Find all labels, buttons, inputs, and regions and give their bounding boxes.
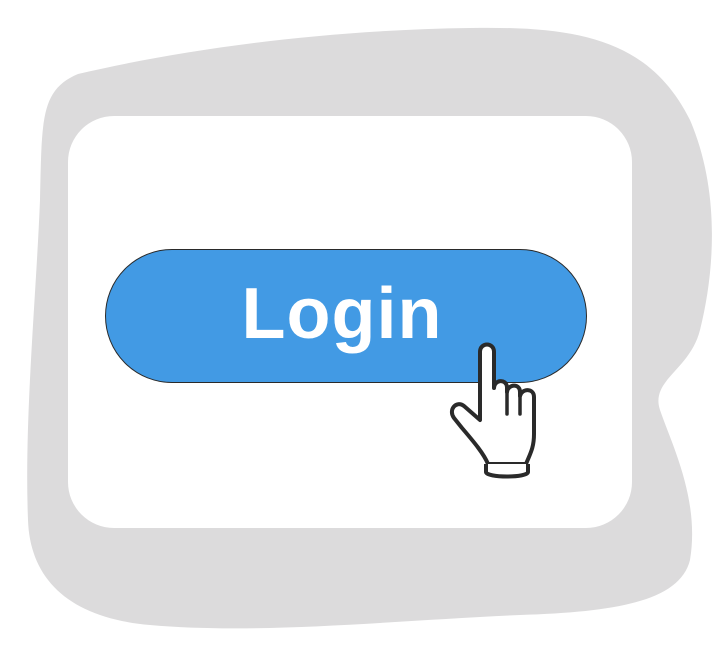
login-illustration: Login	[0, 0, 720, 665]
login-button[interactable]: Login	[105, 249, 587, 383]
login-button-label: Login	[241, 274, 443, 354]
